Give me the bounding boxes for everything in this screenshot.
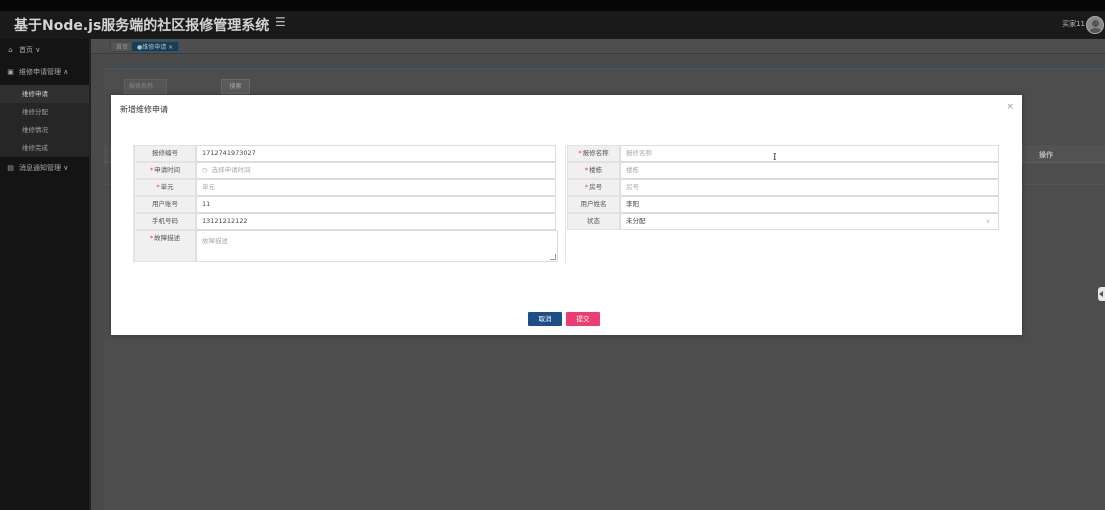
close-icon[interactable]: × bbox=[1006, 102, 1014, 112]
field-label: *楼栋 bbox=[567, 162, 620, 179]
sidebar-item-home[interactable]: ⌂ 首页 ∨ bbox=[0, 39, 89, 61]
sidebar-subitem-repair-status[interactable]: 维修情况 bbox=[0, 121, 89, 139]
menu-toggle-icon[interactable]: ☰ bbox=[275, 15, 286, 29]
repair-number-field[interactable]: 1712741973027 bbox=[196, 145, 556, 162]
avatar[interactable] bbox=[1086, 16, 1104, 34]
field-label: 状态 bbox=[567, 213, 620, 230]
field-label: *报修名称 bbox=[567, 145, 620, 162]
search-input[interactable]: 报修名称 bbox=[124, 79, 167, 94]
search-button[interactable]: 搜索 bbox=[221, 79, 250, 94]
submit-button[interactable]: 提交 bbox=[566, 312, 600, 326]
table-header-operation: 操作 bbox=[1039, 151, 1053, 159]
cancel-button[interactable]: 取消 bbox=[528, 312, 562, 326]
form-middle-border bbox=[565, 145, 566, 263]
room-field[interactable]: 房号 bbox=[620, 179, 999, 196]
dialog-title: 新增维修申请 bbox=[120, 105, 168, 114]
fault-description-textarea[interactable]: 故障描述 bbox=[196, 230, 558, 262]
user-account-field[interactable]: 11 bbox=[196, 196, 556, 213]
sidebar-item-label: 消息通知管理 ∨ bbox=[19, 164, 69, 172]
repair-icon: ▣ bbox=[7, 68, 14, 76]
apply-time-picker[interactable]: ◷ 选择申请时间 bbox=[196, 162, 556, 179]
user-name-field[interactable]: 李阳 bbox=[620, 196, 999, 213]
chevron-down-icon: ∨ bbox=[985, 218, 990, 225]
text-cursor-icon: I bbox=[773, 153, 777, 163]
add-repair-dialog: 新增维修申请 × 报修编号 1712741973027 *申请时间 ◷ 选择申请时… bbox=[111, 95, 1022, 335]
tab-bar: 首页 ●维修申请 × bbox=[91, 39, 1105, 54]
sidebar-subitem-repair-apply[interactable]: 维修申请 bbox=[0, 85, 89, 103]
clock-icon: ◷ bbox=[202, 166, 208, 174]
field-label: *房号 bbox=[567, 179, 620, 196]
field-label: 用户姓名 bbox=[567, 196, 620, 213]
building-field[interactable]: 楼栋 bbox=[620, 162, 999, 179]
sidebar-item-label: 维修申请管理 ∧ bbox=[19, 68, 69, 76]
resize-grip-icon[interactable] bbox=[550, 254, 556, 260]
repair-name-field[interactable]: 报修名称 bbox=[620, 145, 999, 162]
sidebar-subitem-repair-done[interactable]: 维修完成 bbox=[0, 139, 89, 157]
status-select[interactable]: 未分配 ∨ bbox=[620, 213, 999, 230]
unit-field[interactable]: 单元 bbox=[196, 179, 556, 196]
phone-field[interactable]: 13121212122 bbox=[196, 213, 556, 230]
sidebar-item-repair-management[interactable]: ▣ 维修申请管理 ∧ bbox=[0, 61, 89, 83]
field-label: 手机号码 bbox=[134, 213, 196, 230]
sidebar-item-label: 首页 ∨ bbox=[19, 46, 41, 54]
app-header: 基于Node.js服务端的社区报修管理系统 ☰ 买家11 bbox=[0, 11, 1105, 39]
chevron-left-icon[interactable] bbox=[1098, 287, 1105, 301]
sidebar-subitem-repair-assign[interactable]: 维修分配 bbox=[0, 103, 89, 121]
field-label: 报修编号 bbox=[134, 145, 196, 162]
app-title: 基于Node.js服务端的社区报修管理系统 bbox=[14, 18, 270, 34]
browser-top-strip bbox=[0, 0, 1105, 11]
sidebar-item-notice-management[interactable]: ▤ 消息通知管理 ∨ bbox=[0, 157, 89, 179]
home-icon: ⌂ bbox=[8, 46, 13, 54]
field-label: *单元 bbox=[134, 179, 196, 196]
sidebar: ⌂ 首页 ∨ ▣ 维修申请管理 ∧ 维修申请 维修分配 维修情况 维修完成 ▤ 消息通… bbox=[0, 39, 89, 510]
field-label: *故障描述 bbox=[134, 230, 196, 262]
tab-repair-apply[interactable]: ●维修申请 × bbox=[131, 41, 180, 52]
notice-icon: ▤ bbox=[7, 164, 14, 172]
field-label: *申请时间 bbox=[134, 162, 196, 179]
field-label: 用户账号 bbox=[134, 196, 196, 213]
user-name[interactable]: 买家11 bbox=[1062, 19, 1085, 29]
